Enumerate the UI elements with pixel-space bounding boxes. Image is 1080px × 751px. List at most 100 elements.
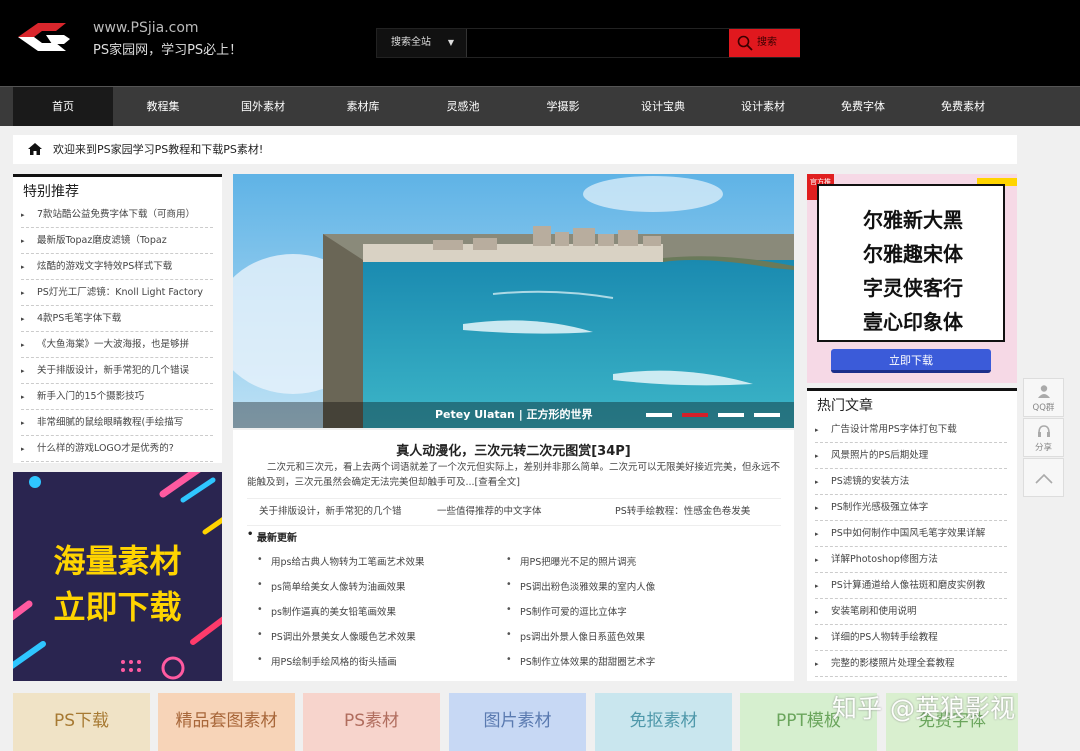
featured-item[interactable]: 新手入门的15个摄影技巧 (13, 384, 213, 410)
hot-item-text: 风景照片的PS后期处理 (831, 450, 929, 461)
hot-item[interactable]: PS制作光感极强立体字 (807, 495, 1007, 521)
article-title[interactable]: 真人动漫化，三次元转二次元图赏[34P] (233, 440, 794, 459)
category-ps-download[interactable]: PS下载 (13, 693, 150, 751)
nav-item-home[interactable]: 首页 (13, 87, 113, 126)
related-link[interactable]: 关于排版设计，新手常犯的几个错 (259, 499, 402, 525)
hot-item[interactable]: PS计算通道给人像祛斑和磨皮实例教 (807, 573, 1007, 599)
hot-articles-title: 热门文章 (807, 388, 1017, 416)
hot-item[interactable]: 风景照片的PS后期处理 (807, 443, 1007, 469)
featured-item-text: PS灯光工厂滤镜：Knoll Light Factory (37, 287, 204, 298)
hot-item-text: 详解Photoshop修图方法 (831, 554, 938, 565)
carousel-dot[interactable] (682, 413, 708, 417)
share-label: 分享 (1034, 443, 1052, 453)
arrow-up-icon (1034, 473, 1053, 484)
site-slogan: PS家园网，学习PS必上！ (93, 43, 243, 58)
font-sample: 壹心印象体 (863, 310, 963, 334)
latest-item[interactable]: PS调出粉色淡雅效果的室内人像 (506, 579, 655, 593)
featured-title: 特别推荐 (13, 174, 222, 202)
featured-item-text: 新手入门的15个摄影技巧 (37, 391, 145, 402)
nav-item-free-assets[interactable]: 免费素材 (913, 87, 1013, 126)
featured-item-text: 最新版Topaz磨皮滤镜（Topaz (37, 235, 167, 246)
hot-item[interactable]: 安装笔刷和使用说明 (807, 599, 1007, 625)
nav-item-design-assets[interactable]: 设计素材 (713, 87, 813, 126)
nav-item-photography[interactable]: 学摄影 (513, 87, 613, 126)
hot-item[interactable]: PS滤镜的安装方法 (807, 469, 1007, 495)
font-download-ad[interactable]: 官方推荐 尔雅新大黑 尔雅趣宋体 字灵侠客行 壹心印象体 立即下载 (807, 174, 1017, 383)
featured-item[interactable]: 4款PS毛笔字体下载 (13, 306, 213, 332)
featured-item-text: 非常细腻的鼠绘眼睛教程(手绘描写 (37, 417, 184, 428)
search-bar: 搜索全站 ▼ 搜索 (376, 28, 800, 58)
category-image-assets[interactable]: 图片素材 (449, 693, 586, 751)
latest-item[interactable]: ps制作逼真的美女铅笔画效果 (257, 604, 396, 618)
search-button[interactable]: 搜索 (729, 29, 800, 57)
hero-banner[interactable]: Petey Ulatan | 正方形的世界 (233, 174, 794, 428)
latest-item[interactable]: 用PS绘制手绘风格的街头插画 (257, 654, 397, 668)
hot-item-text: 完整的影楼照片处理全套教程 (831, 658, 955, 669)
featured-item[interactable]: PS灯光工厂滤镜：Knoll Light Factory (13, 280, 213, 306)
hot-item-text: 详细的PS人物转手绘教程 (831, 632, 938, 643)
back-to-top-button[interactable] (1023, 458, 1064, 497)
hot-item[interactable]: PS中如何制作中国风毛笔字效果详解 (807, 521, 1007, 547)
hot-item-text: PS计算通道给人像祛斑和磨皮实例教 (831, 580, 986, 591)
search-button-label: 搜索 (757, 37, 777, 48)
featured-panel: 特别推荐 7款站酷公益免费字体下载（可商用） 最新版Topaz磨皮滤镜（Topa… (13, 174, 222, 463)
hot-item[interactable]: 详细的PS人物转手绘教程 (807, 625, 1007, 651)
related-link[interactable]: 一些值得推荐的中文字体 (437, 499, 542, 525)
site-logo-icon[interactable] (12, 17, 72, 59)
share-button[interactable]: 分享 (1023, 418, 1064, 457)
category-premium-sets[interactable]: 精品套图素材 (158, 693, 295, 751)
latest-item[interactable]: ps调出外景人像日系蓝色效果 (506, 629, 645, 643)
ad-left-line1: 海量素材 (53, 542, 182, 580)
home-icon[interactable] (27, 142, 43, 156)
latest-item[interactable]: 用ps给古典人物转为工笔画艺术效果 (257, 554, 424, 568)
banner-caption: Petey Ulatan | 正方形的世界 (233, 402, 794, 428)
nav-item-free-fonts[interactable]: 免费字体 (813, 87, 913, 126)
latest-item[interactable]: ps简单给美女人像转为油画效果 (257, 579, 405, 593)
watermark: 知乎 @英狼影视 (832, 694, 1015, 723)
font-sample-frame: 尔雅新大黑 尔雅趣宋体 字灵侠客行 壹心印象体 (817, 184, 1005, 342)
site-url[interactable]: www.PSjia.com (93, 20, 199, 36)
featured-item[interactable]: 《大鱼海棠》一大波海报，也是够拼 (13, 332, 213, 358)
nav-item-asset-library[interactable]: 素材库 (313, 87, 413, 126)
featured-item[interactable]: 什么样的游戏LOGO才是优秀的? (13, 436, 213, 462)
asset-download-ad[interactable]: 海量素材 立即下载 (13, 472, 222, 681)
featured-item-text: 《大鱼海棠》一大波海报，也是够拼 (37, 339, 190, 350)
featured-item[interactable]: 最新版Topaz磨皮滤镜（Topaz (13, 228, 213, 254)
category-cutout-assets[interactable]: 免抠素材 (595, 693, 732, 751)
latest-updates-title: 最新更新 (247, 529, 297, 544)
qq-group-button[interactable]: QQ群 (1023, 378, 1064, 417)
nav-item-foreign-assets[interactable]: 国外素材 (213, 87, 313, 126)
hot-articles-panel: 热门文章 广告设计常用PS字体打包下载 风景照片的PS后期处理 PS滤镜的安装方… (807, 388, 1017, 681)
featured-item[interactable]: 炫酷的游戏文字特效PS样式下载 (13, 254, 213, 280)
search-input[interactable] (466, 29, 729, 57)
search-scope-select[interactable]: 搜索全站 ▼ (377, 29, 466, 57)
font-sample: 尔雅新大黑 (863, 208, 963, 232)
caret-down-icon: ▼ (447, 38, 454, 47)
featured-item-text: 关于排版设计，新手常犯的几个错误 (37, 365, 190, 376)
related-link[interactable]: PS转手绘教程：性感金色卷发美 (615, 499, 750, 525)
nav-item-tutorials[interactable]: 教程集 (113, 87, 213, 126)
carousel-dot[interactable] (646, 413, 672, 417)
category-ps-assets[interactable]: PS素材 (303, 693, 440, 751)
latest-item[interactable]: PS制作立体效果的甜甜圈艺术字 (506, 654, 655, 668)
latest-item[interactable]: 用PS把曝光不足的照片调亮 (506, 554, 636, 568)
carousel-dot[interactable] (754, 413, 780, 417)
latest-item[interactable]: PS制作可爱的逗比立体字 (506, 604, 627, 618)
latest-item[interactable]: PS调出外景美女人像暖色艺术效果 (257, 629, 416, 643)
featured-item-text: 炫酷的游戏文字特效PS样式下载 (37, 261, 173, 272)
nav-item-design-guide[interactable]: 设计宝典 (613, 87, 713, 126)
featured-item-text: 4款PS毛笔字体下载 (37, 313, 122, 324)
hot-item-text: PS滤镜的安装方法 (831, 476, 910, 487)
font-download-button[interactable]: 立即下载 (831, 349, 991, 373)
carousel-dot[interactable] (718, 413, 744, 417)
qq-group-label: QQ群 (1032, 403, 1055, 413)
featured-item-text: 什么样的游戏LOGO才是优秀的? (37, 443, 174, 454)
hot-item[interactable]: 广告设计常用PS字体打包下载 (807, 417, 1007, 443)
featured-item[interactable]: 7款站酷公益免费字体下载（可商用） (13, 202, 213, 228)
hot-item[interactable]: 完整的影楼照片处理全套教程 (807, 651, 1007, 677)
hot-item-text: PS制作光感极强立体字 (831, 502, 929, 513)
featured-item[interactable]: 非常细腻的鼠绘眼睛教程(手绘描写 (13, 410, 213, 436)
featured-item[interactable]: 关于排版设计，新手常犯的几个错误 (13, 358, 213, 384)
nav-item-inspiration[interactable]: 灵感池 (413, 87, 513, 126)
hot-item[interactable]: 详解Photoshop修图方法 (807, 547, 1007, 573)
